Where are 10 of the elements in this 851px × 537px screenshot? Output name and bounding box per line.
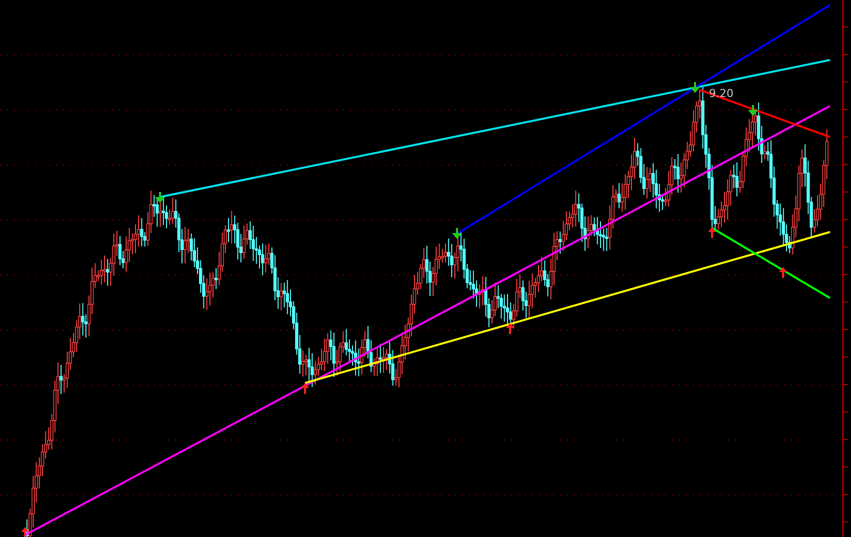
price-label: 9.20 [709,87,734,100]
down-arrow-icon [155,192,165,203]
up-arrow-icon [506,323,514,334]
up-arrow-icon [708,227,716,238]
down-arrow-icon [452,228,462,239]
down-arrow-icon [690,82,700,93]
up-arrow-icon [21,527,29,537]
up-arrow-icon [301,383,309,394]
up-arrow-icon [779,267,787,278]
down-arrow-icon [748,105,758,116]
